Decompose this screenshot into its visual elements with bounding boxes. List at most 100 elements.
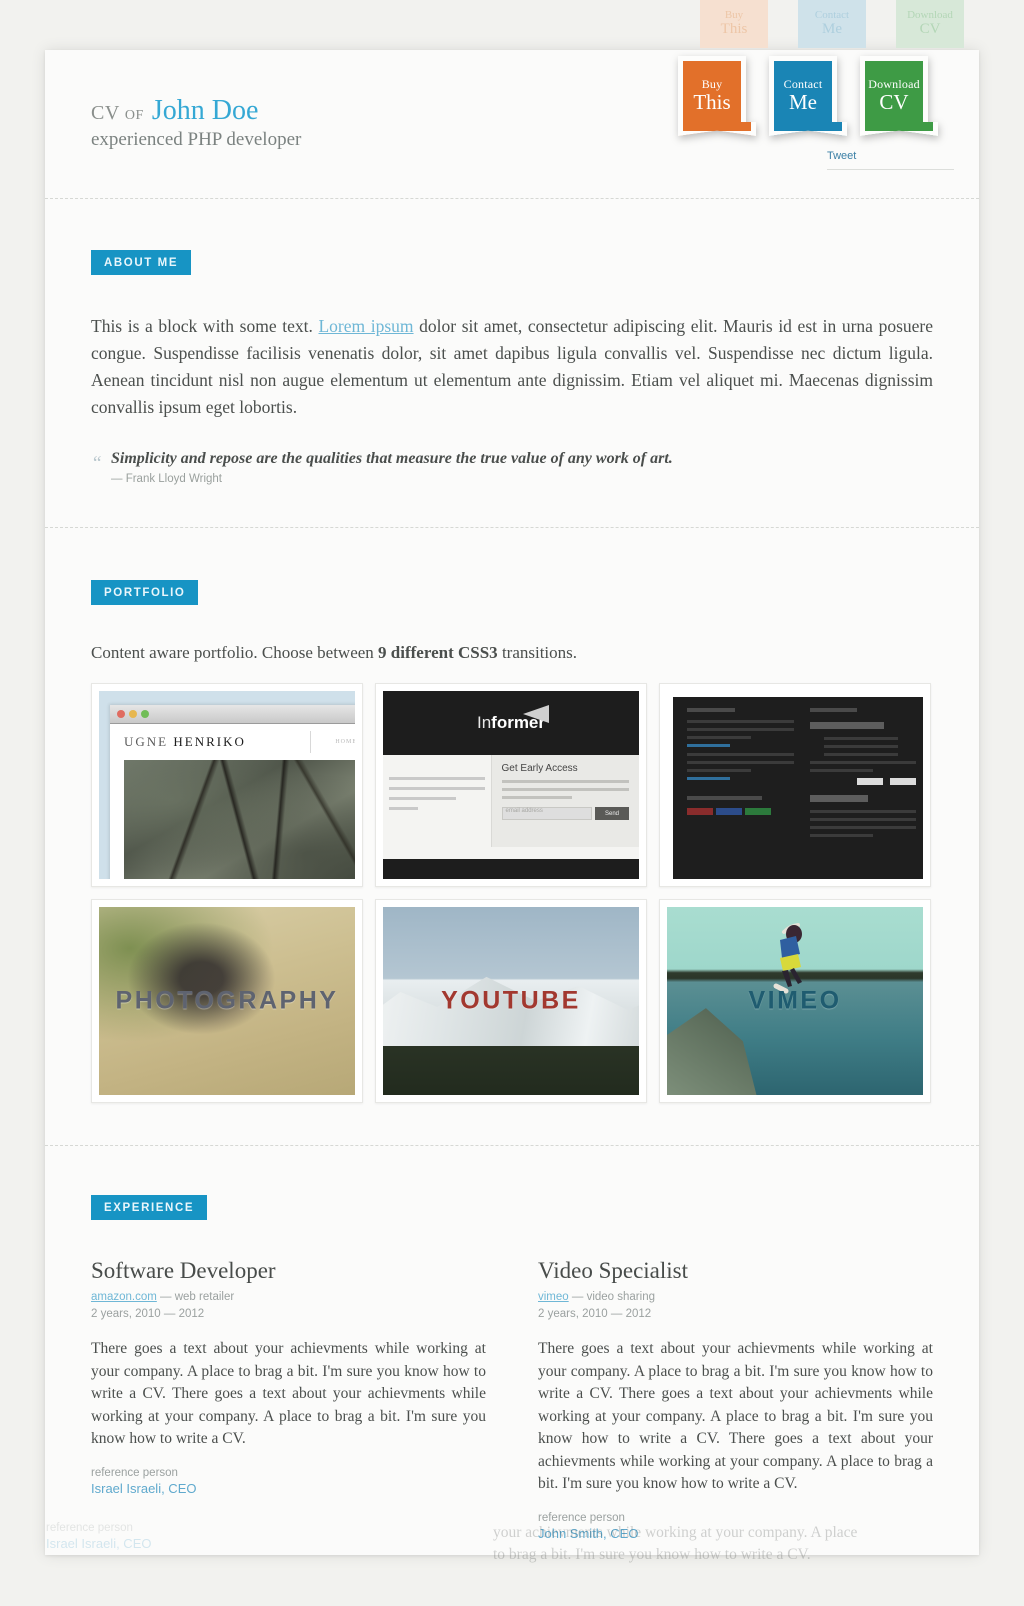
ribbon-buy-this[interactable]: Buy This <box>678 56 756 136</box>
about-paragraph: This is a block with some text. Lorem ip… <box>91 313 933 422</box>
placeholder-line <box>687 736 751 739</box>
placeholder-line <box>809 826 916 829</box>
job-period: 2 years, 2010 — 2012 <box>538 1307 652 1320</box>
placeholder-title <box>809 722 885 729</box>
placeholder-line <box>389 777 485 780</box>
portfolio-item-vimeo[interactable]: VIMEO <box>659 899 931 1103</box>
page-title: CV of John Doe <box>91 95 301 127</box>
ribbon-contact-me-tail <box>769 122 847 136</box>
ribbon-download-cv[interactable]: Download CV <box>860 56 938 136</box>
lorem-ipsum-link[interactable]: Lorem ipsum <box>318 316 413 336</box>
ribbon-contact-me[interactable]: Contact Me <box>769 56 847 136</box>
email-field[interactable]: email address <box>501 807 592 820</box>
dark-site-canvas <box>673 697 923 879</box>
ribbon-download-cv-line2: CV <box>879 89 909 114</box>
placeholder-link <box>687 744 730 747</box>
ghost-ribbon-buy: Buy This <box>700 0 768 48</box>
portfolio-desc-end: transitions. <box>497 643 578 662</box>
divider-header <box>45 198 979 199</box>
section-tag-about: ABOUT ME <box>91 250 192 275</box>
ribbon-buy-this-body[interactable]: Buy This <box>678 56 746 122</box>
ghost-ribbon-group: Buy This Contact Me Download CV <box>700 0 964 48</box>
placeholder-line <box>687 720 794 723</box>
dark-site-columns <box>687 708 916 842</box>
ghost-left-column: reference person Israel Israeli, CEO <box>46 1522 441 1567</box>
like-button[interactable] <box>890 778 916 785</box>
portfolio-item-photography[interactable]: PHOTOGRAPHY <box>91 899 363 1103</box>
vimeo-image: VIMEO <box>667 907 923 1095</box>
portfolio-item-youtube[interactable]: YOUTUBE <box>375 899 647 1103</box>
job-company-suffix: — web retailer <box>156 1291 235 1303</box>
ghost-ribbon-contact: Contact Me <box>798 0 866 48</box>
job-company-link[interactable]: vimeo <box>538 1291 569 1303</box>
ghost-right-column: your achievments while working at your c… <box>493 1522 888 1567</box>
placeholder-line <box>809 761 916 764</box>
divider-portfolio <box>45 1145 979 1146</box>
section-tag-portfolio: PORTFOLIO <box>91 580 199 605</box>
job-entry-software-developer: Software Developer amazon.com — web reta… <box>91 1258 486 1541</box>
job-company-link[interactable]: amazon.com <box>91 1291 157 1303</box>
placeholder-line <box>389 807 418 810</box>
youtube-image: YOUTUBE <box>383 907 639 1095</box>
placeholder-line <box>501 796 572 799</box>
share-button[interactable] <box>857 778 883 785</box>
send-button[interactable]: Send <box>595 807 629 820</box>
placeholder-line <box>501 788 629 791</box>
placeholder-line <box>809 818 916 821</box>
ribbon-contact-me-body[interactable]: Contact Me <box>769 56 837 122</box>
quote-mark-icon: “ <box>93 452 102 474</box>
job-description: There goes a text about your achievments… <box>91 1340 486 1448</box>
brand-divider <box>310 731 312 753</box>
placeholder-list-item <box>823 745 899 748</box>
portfolio-item-ugne-henriko[interactable]: UGNE HENRIKO HOME <box>91 683 363 887</box>
dark-site-left-column <box>687 708 794 842</box>
portfolio-desc-bold: 9 different CSS3 <box>378 643 498 662</box>
quote-author: — Frank Lloyd Wright <box>111 472 222 485</box>
dark-site-buttons <box>810 778 916 785</box>
job-description: There goes a text about your achievments… <box>538 1340 933 1493</box>
placeholder-list-item <box>823 737 899 740</box>
placeholder-heading <box>687 796 762 800</box>
placeholder-line <box>687 761 794 764</box>
color-swatches <box>687 808 794 815</box>
placeholder-line <box>389 787 485 790</box>
browser-titlebar <box>110 705 355 724</box>
informer-left-column <box>383 755 491 847</box>
dark-site-right-column <box>809 708 916 842</box>
ghost-reference-name: Israel Israeli, CEO <box>46 1536 152 1551</box>
youtube-shot: YOUTUBE <box>383 907 639 1095</box>
cv-of-label: CV of <box>91 102 144 124</box>
job-reference-label: reference person <box>91 1466 178 1479</box>
portfolio-item-dark-site[interactable] <box>659 683 931 887</box>
informer-body: Get Early Access email address Send <box>383 755 639 847</box>
minimize-icon <box>129 710 137 718</box>
close-icon <box>117 710 125 718</box>
ghost-ribbon-download: Download CV <box>896 0 964 48</box>
job-period: 2 years, 2010 — 2012 <box>91 1307 205 1320</box>
informer-signup-form: email address Send <box>501 807 629 820</box>
portfolio-grid: UGNE HENRIKO HOME Informer Get Early Acc… <box>91 683 933 1103</box>
ribbon-group: Buy This Contact Me Download CV <box>678 56 938 136</box>
ribbon-contact-me-line2: Me <box>789 89 817 114</box>
placeholder-line <box>809 834 874 837</box>
youtube-label: YOUTUBE <box>441 986 581 1015</box>
placeholder-list-item <box>823 753 899 756</box>
ribbon-download-cv-line1: Download <box>868 76 920 91</box>
placeholder-line <box>389 797 456 800</box>
ghost-ribbon-contact-line2: Me <box>822 20 842 37</box>
ribbon-buy-this-line2: This <box>693 89 731 114</box>
ghost-body-line-1: your achievments while working at your c… <box>493 1524 858 1541</box>
placeholder-line <box>687 769 751 772</box>
placeholder-line <box>687 753 794 756</box>
page-sheet: CV of John Doe experienced PHP developer … <box>45 50 979 1555</box>
ribbon-download-cv-body[interactable]: Download CV <box>860 56 928 122</box>
placeholder-title <box>809 795 869 802</box>
browser-brand-row: UGNE HENRIKO HOME <box>110 724 355 760</box>
job-reference-name[interactable]: Israel Israeli, CEO <box>91 1481 486 1496</box>
photography-shot: PHOTOGRAPHY <box>99 907 355 1095</box>
about-text-start: This is a block with some text. <box>91 316 319 336</box>
tweet-button[interactable]: Tweet <box>827 150 954 170</box>
page-header: CV of John Doe experienced PHP developer <box>91 95 301 151</box>
portfolio-section: PORTFOLIO Content aware portfolio. Choos… <box>91 580 933 1103</box>
portfolio-item-informer[interactable]: Informer Get Early Access email address … <box>375 683 647 887</box>
